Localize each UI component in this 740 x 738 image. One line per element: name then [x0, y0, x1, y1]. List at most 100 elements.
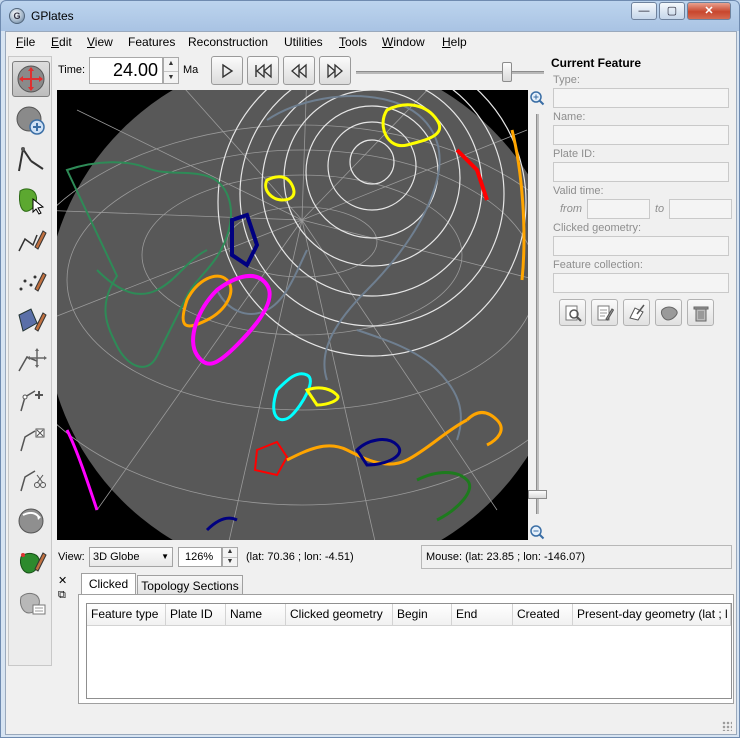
menu-reconstruction[interactable]: Reconstruction — [188, 35, 268, 49]
spin-up-icon[interactable]: ▲ — [164, 58, 178, 71]
dock-controls: ✕ ⧉ — [58, 574, 74, 602]
multipoint-pencil-icon — [19, 272, 47, 292]
zoom-globe-tool[interactable] — [12, 103, 50, 139]
time-slider-track[interactable] — [356, 71, 544, 74]
gplates-window: G GPlates — ▢ ✕ File Edit View Features … — [0, 0, 740, 738]
edit-topology-tool[interactable] — [12, 585, 50, 621]
column-created[interactable]: Created — [513, 604, 573, 626]
menu-tools[interactable]: Tools — [339, 35, 367, 49]
digitise-multipoint-tool[interactable] — [12, 263, 50, 299]
measure-distance-tool[interactable] — [12, 143, 50, 179]
zoom-percent-spinner[interactable]: ▲ ▼ — [222, 547, 238, 567]
delete-vertex-tool[interactable] — [12, 423, 50, 459]
current-feature-title: Current Feature — [551, 56, 642, 70]
column-end[interactable]: End — [452, 604, 513, 626]
clicked-geometry-label: Clicked geometry: — [553, 222, 642, 234]
zoom-slider-track[interactable] — [536, 114, 539, 514]
time-slider-handle[interactable] — [502, 62, 512, 82]
projection-combobox[interactable]: 3D Globe ▼ — [89, 547, 173, 567]
zoom-out-icon[interactable] — [529, 524, 545, 540]
globe-svg — [57, 90, 528, 540]
spin-up-icon[interactable]: ▲ — [223, 548, 237, 557]
choose-feature-tool[interactable] — [12, 183, 50, 219]
menu-window[interactable]: Window — [382, 35, 425, 49]
edit-feature-button[interactable] — [591, 299, 618, 326]
step-back-button[interactable] — [283, 56, 315, 85]
delete-vertex-icon — [20, 428, 45, 452]
camera-coordinates: (lat: 70.36 ; lon: -4.51) — [246, 551, 354, 563]
close-button[interactable]: ✕ — [687, 2, 731, 20]
main-window-client: File Edit View Features Reconstruction U… — [5, 31, 737, 735]
time-spinner[interactable]: ▲ ▼ — [163, 57, 179, 84]
column-feature-type[interactable]: Feature type — [87, 604, 166, 626]
column-name[interactable]: Name — [226, 604, 286, 626]
menu-help[interactable]: Help — [442, 35, 467, 49]
title-bar[interactable]: G GPlates — ▢ ✕ — [1, 1, 739, 31]
manipulate-pole-tool[interactable] — [12, 503, 50, 539]
type-field — [553, 88, 729, 108]
split-feature-tool[interactable] — [12, 463, 50, 499]
zoom-slider-handle[interactable] — [528, 490, 547, 499]
step-forward-button[interactable] — [319, 56, 351, 85]
drag-globe-tool[interactable] — [12, 61, 50, 97]
zoom-percent-input[interactable]: 126% — [178, 547, 222, 567]
maximize-button[interactable]: ▢ — [659, 2, 685, 20]
time-label: Time: — [58, 64, 86, 76]
globe-zoom-slider — [527, 90, 549, 542]
menu-edit[interactable]: Edit — [51, 35, 72, 49]
clone-feature-button[interactable] — [655, 299, 682, 326]
digitise-polygon-tool[interactable] — [12, 303, 50, 339]
name-field — [553, 125, 729, 145]
play-icon — [222, 63, 234, 78]
trash-icon — [693, 306, 708, 321]
menu-features[interactable]: Features — [128, 35, 175, 49]
dock-close-icon[interactable]: ✕ — [58, 574, 74, 587]
digitise-polyline-tool[interactable] — [12, 223, 50, 259]
move-pole-button[interactable] — [623, 299, 650, 326]
column-present-day-geometry[interactable]: Present-day geometry (lat ; l — [573, 604, 731, 626]
scissors-icon — [20, 470, 46, 492]
minimize-button[interactable]: — — [631, 2, 657, 20]
skip-to-start-icon — [255, 63, 272, 78]
column-plate-id[interactable]: Plate ID — [166, 604, 226, 626]
globe-canvas[interactable] — [57, 90, 528, 540]
column-begin[interactable]: Begin — [393, 604, 452, 626]
choose-feature-icon — [19, 188, 45, 215]
menu-bar: File Edit View Features Reconstruction U… — [6, 32, 736, 52]
zoom-in-icon[interactable] — [529, 90, 545, 106]
move-vertex-icon — [18, 348, 47, 372]
view-label: View: — [58, 551, 85, 563]
build-topology-icon — [20, 552, 47, 574]
valid-to-field — [669, 199, 732, 219]
insert-vertex-icon — [20, 390, 43, 412]
menu-view[interactable]: View — [87, 35, 113, 49]
time-control-bar: Time: 24.00 ▲ ▼ Ma — [56, 55, 546, 87]
query-feature-button[interactable] — [559, 299, 586, 326]
build-topology-tool[interactable] — [12, 545, 50, 581]
mouse-coordinates: Mouse: (lat: 23.85 ; lon: -146.07) — [421, 545, 732, 569]
drag-globe-icon — [17, 65, 45, 93]
spin-down-icon[interactable]: ▼ — [223, 557, 237, 566]
current-feature-panel: Current Feature Type: Name: Plate ID: Va… — [551, 54, 733, 354]
insert-vertex-tool[interactable] — [12, 383, 50, 419]
view-status-row: View: 3D Globe ▼ 126% ▲ ▼ (lat: 70.36 ; … — [56, 544, 732, 570]
move-vertex-tool[interactable] — [12, 343, 50, 379]
tab-topology-sections[interactable]: Topology Sections — [137, 575, 243, 595]
polygon-pencil-icon — [18, 308, 47, 332]
polyline-pencil-icon — [18, 230, 47, 252]
menu-file[interactable]: File — [16, 35, 35, 49]
zoom-globe-icon — [16, 106, 45, 135]
dock-float-icon[interactable]: ⧉ — [58, 589, 74, 602]
reset-to-start-button[interactable] — [247, 56, 279, 85]
column-clicked-geometry[interactable]: Clicked geometry — [286, 604, 393, 626]
query-icon — [565, 305, 582, 322]
plate-id-field — [553, 162, 729, 182]
menu-utilities[interactable]: Utilities — [284, 35, 323, 49]
spin-down-icon[interactable]: ▼ — [164, 70, 178, 84]
clone-feature-icon — [660, 306, 677, 321]
clicked-features-table[interactable]: Feature type Plate ID Name Clicked geome… — [86, 603, 732, 699]
reconstruction-time-input[interactable]: 24.00 — [89, 57, 163, 84]
delete-feature-button[interactable] — [687, 299, 714, 326]
resize-grip-icon[interactable] — [722, 721, 732, 731]
play-button[interactable] — [211, 56, 243, 85]
